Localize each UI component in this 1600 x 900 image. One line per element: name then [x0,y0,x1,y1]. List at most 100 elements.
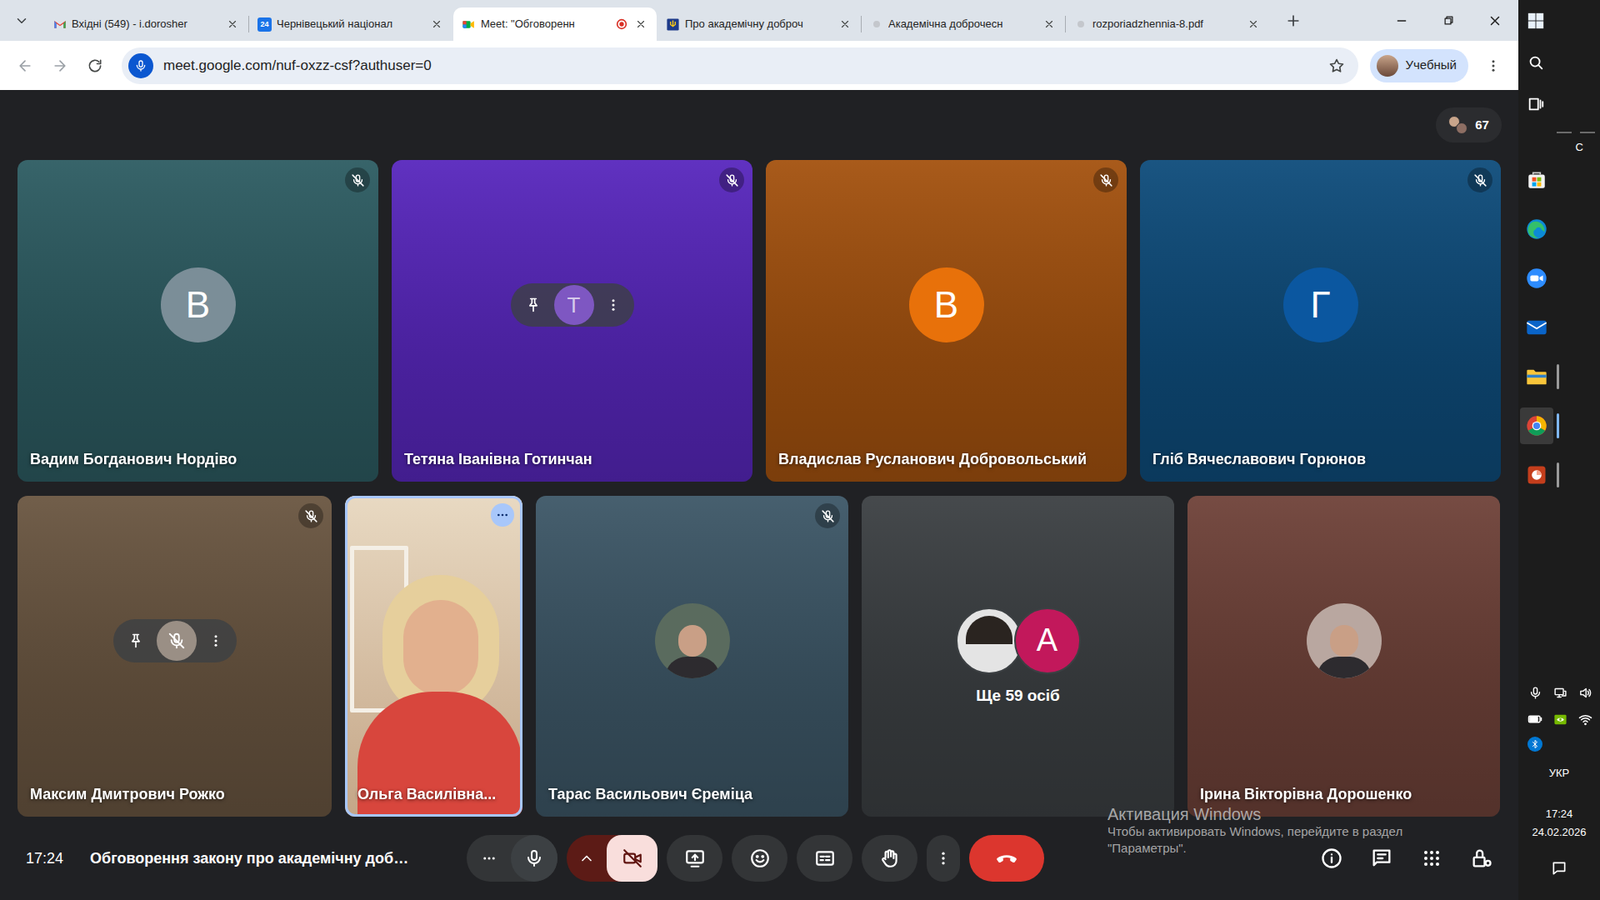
tray-volume[interactable] [1572,681,1598,704]
browser-tab[interactable]: 24Чернівецький націонал [249,7,453,41]
participant-tile[interactable]: Ольга Василівна... [345,495,523,817]
chat-button[interactable] [1361,838,1402,879]
participant-tile[interactable]: АЩе 59 осіб [861,495,1175,817]
participant-tile[interactable]: ГГліб Вячеславович Горюнов [1140,160,1501,482]
tab-close-button[interactable] [1041,16,1057,32]
tile-options-button[interactable] [490,503,515,527]
tile-more-button[interactable] [604,294,623,316]
tab-search-button[interactable] [6,5,37,36]
taskbar-app[interactable] [1518,450,1600,500]
participant-tile[interactable]: ТТетяна Іванівна Готинчан [391,160,753,482]
leave-call-button[interactable] [969,835,1045,882]
camera-button[interactable] [606,835,658,882]
participant-tile[interactable]: Максим Дмитрович Рожко [17,495,332,817]
task-view-button-box [1522,90,1550,118]
host-controls-button[interactable] [1461,838,1502,879]
participant-tile[interactable]: Ірина Вікторівна Дорошенко [1187,495,1500,817]
reload-icon [86,57,104,75]
raise-hand-button[interactable] [861,835,918,882]
taskbar-app[interactable] [1518,155,1600,205]
more-participants-label[interactable]: Ще 59 осіб [975,685,1060,706]
taskbar-search-button[interactable] [1518,41,1600,84]
meet-area: 67 ВВадим Богданович НордівоТТетяна Івані… [0,90,1519,900]
pin-button[interactable] [522,294,545,316]
captions-button[interactable] [796,835,853,882]
video-settings-button[interactable] [566,835,607,882]
mini-avatar [1455,122,1468,135]
tab-label: Про академічну доброч [685,16,828,32]
new-tab-button[interactable] [1279,6,1308,35]
reload-button[interactable] [80,50,110,81]
forward-button[interactable] [45,50,75,81]
browser-menu-button[interactable] [1478,50,1509,81]
pin-button[interactable] [125,630,147,652]
tray-bluetooth[interactable] [1522,733,1548,755]
minimize-button[interactable] [1378,0,1425,41]
mic-off-icon [1473,173,1488,188]
tray-nvidia[interactable] [1547,708,1573,730]
mic-icon [524,848,545,869]
browser-tab[interactable]: Про академічну доброч [657,7,861,41]
profile-label: Учебный [1405,55,1457,75]
browser-tab[interactable]: rozporiadzhennia-8.pdf [1065,7,1270,41]
clock-date[interactable]: 24.02.2026 [1518,825,1600,840]
tab-close-button[interactable] [633,16,649,32]
taskbar-divider-row [1518,125,1600,140]
watermark-line: Чтобы активировать Windows, перейдите в … [1107,823,1403,840]
address-bar[interactable]: meet.google.com/nuf-oxzz-csf?authuser=0 [121,47,1359,85]
task-view-button[interactable] [1518,83,1600,125]
widgets-button[interactable]: С [1518,140,1600,155]
tray-battery[interactable] [1522,708,1548,730]
taskbar-app[interactable] [1518,351,1600,401]
audio-settings-button[interactable] [466,835,511,882]
taskbar-app[interactable] [1518,204,1600,254]
activities-button[interactable] [1411,838,1452,879]
reactions-button[interactable] [731,835,788,882]
close-window-button[interactable] [1471,0,1519,41]
tray-mic[interactable] [1522,681,1548,704]
input-language[interactable]: УКР [1518,765,1600,782]
running-indicator [1556,413,1560,439]
browser-tab[interactable]: Meet: "Обговоренн [453,7,657,41]
participant-tile[interactable]: Тарас Васильович Єреміца [535,495,849,817]
side-panel-buttons [1311,838,1502,879]
photo-body [1316,656,1372,679]
tile-more-button[interactable] [206,630,225,652]
url-text[interactable]: meet.google.com/nuf-oxzz-csf?authuser=0 [163,55,432,77]
tab-separator [860,15,862,33]
taskbar-app[interactable] [1518,400,1600,450]
notifications-button[interactable] [1518,855,1600,881]
participants-button[interactable]: 67 [1435,107,1502,143]
tab-close-button[interactable] [837,16,853,32]
info-icon [1320,846,1344,870]
browser-tab[interactable]: Вхідні (549) - i.dorosher [45,7,249,41]
tab-close-button[interactable] [429,16,445,32]
meeting-details-button[interactable] [1311,838,1352,879]
profile-button[interactable]: Учебный [1370,49,1469,83]
tab-label: Meet: "Обговоренн [480,16,610,32]
taskbar-app[interactable] [1518,253,1600,303]
site-mic-indicator[interactable] [128,53,154,79]
browser-tab[interactable]: Академічна доброчесн [861,7,1065,41]
more-options-button[interactable] [926,835,960,882]
start-button[interactable] [1518,0,1600,42]
back-button[interactable] [10,50,40,81]
restore-button[interactable] [1425,0,1472,41]
participant-tile[interactable]: ВВадим Богданович Нордіво [17,160,379,482]
taskbar-app[interactable] [1518,302,1600,352]
mic-off-icon [820,509,835,524]
participant-tile[interactable]: ВВладислав Русланович Добровольський [765,160,1127,482]
present-button[interactable] [666,835,723,882]
tab-label: Вхідні (549) - i.dorosher [71,16,215,32]
tray-network[interactable] [1547,681,1573,704]
tray-wifi[interactable] [1572,708,1598,730]
tab-close-button[interactable] [1245,16,1261,32]
clock-time[interactable]: 17:24 [1518,806,1600,822]
tab-label: Чернівецький націонал [276,16,420,32]
network-icon [1553,685,1568,700]
bookmark-button[interactable] [1326,55,1347,76]
tile-center: Г [1140,160,1501,450]
start-button-box [1522,7,1550,35]
tab-close-button[interactable] [225,16,240,32]
mic-button[interactable] [510,835,558,882]
